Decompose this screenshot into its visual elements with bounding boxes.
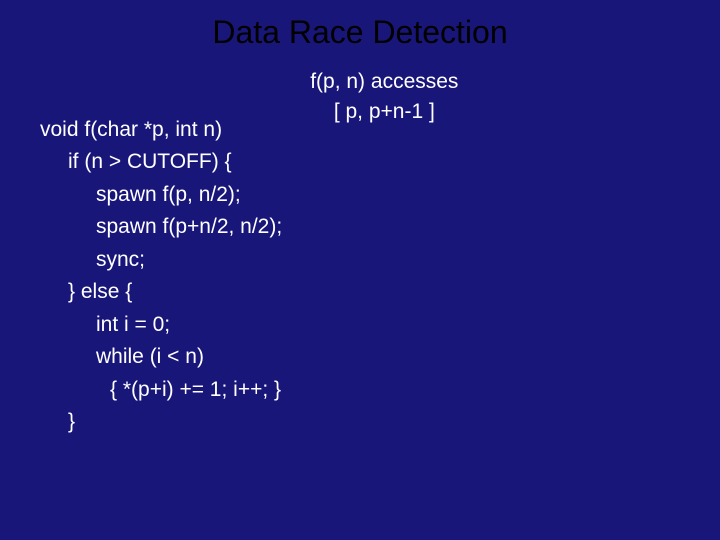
code-line-6: } else { (40, 276, 132, 309)
code-line-10: } (40, 406, 75, 439)
annotation-line-1: f(p, n) accesses (310, 67, 458, 97)
code-block: void f(char *p, int n) if (n > CUTOFF) {… (40, 81, 282, 439)
code-line-4: spawn f(p+n/2, n/2); (40, 211, 282, 244)
code-line-7: int i = 0; (40, 309, 170, 342)
content-area: void f(char *p, int n) if (n > CUTOFF) {… (40, 81, 680, 439)
code-line-3: spawn f(p, n/2); (40, 179, 241, 212)
annotation-block: f(p, n) accesses [ p, p+n-1 ] (310, 67, 458, 128)
slide: Data Race Detection void f(char *p, int … (0, 0, 720, 540)
code-line-9: { *(p+i) += 1; i++; } (40, 374, 281, 407)
code-line-8: while (i < n) (40, 341, 204, 374)
slide-title: Data Race Detection (40, 14, 680, 51)
code-line-1: void f(char *p, int n) (40, 118, 222, 141)
code-line-5: sync; (40, 244, 145, 277)
code-line-2: if (n > CUTOFF) { (40, 146, 232, 179)
annotation-line-2: [ p, p+n-1 ] (310, 97, 458, 127)
